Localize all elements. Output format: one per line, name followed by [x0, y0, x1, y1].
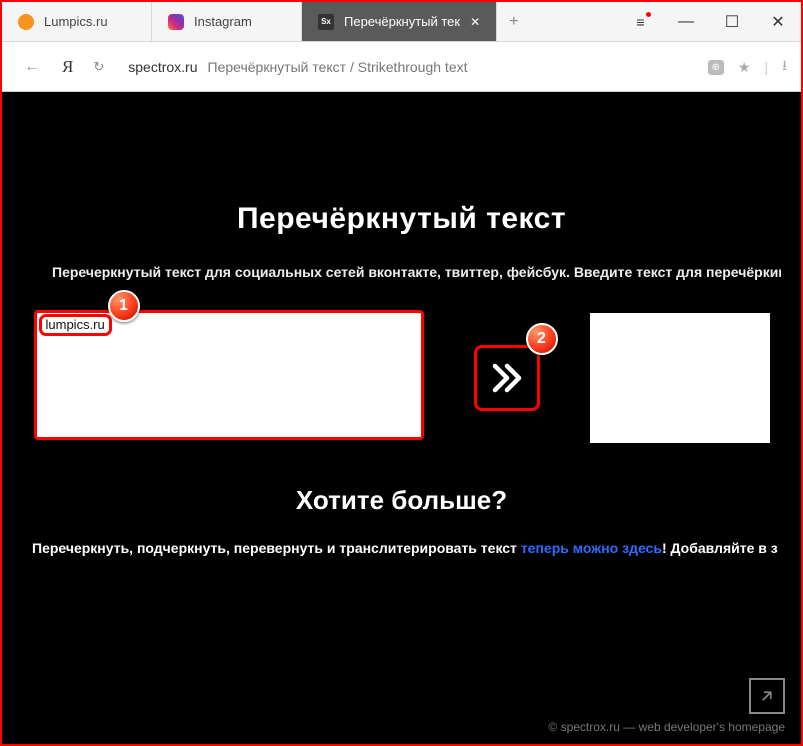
- convert-button[interactable]: [474, 345, 540, 411]
- new-tab-button[interactable]: +: [497, 13, 530, 31]
- input-value-highlight: lumpics.ru: [39, 314, 112, 336]
- more-description: Перечеркнуть, подчеркнуть, перевернуть и…: [2, 540, 801, 556]
- address-bar: ← Я ↻ spectrox.ru Перечёркнутый текст / …: [2, 42, 801, 92]
- reload-button[interactable]: ↻: [87, 57, 110, 77]
- text-output[interactable]: [590, 313, 770, 443]
- favicon-spectrox: Sx: [318, 14, 334, 30]
- favicon-instagram: [168, 14, 184, 30]
- favicon-lumpics: [18, 14, 34, 30]
- url-title: Перечёркнутый текст / Strikethrough text: [208, 59, 468, 75]
- close-icon[interactable]: ✕: [470, 15, 480, 29]
- external-link-icon: [758, 687, 776, 705]
- callout-badge-2: 2: [526, 323, 558, 355]
- more-text-after: ! Добавляйте в з: [662, 540, 778, 556]
- yandex-home-icon[interactable]: Я: [58, 57, 77, 77]
- work-area: 1 lumpics.ru 2: [2, 310, 801, 445]
- minimize-button[interactable]: —: [663, 2, 709, 41]
- bookmark-icon[interactable]: ★: [738, 59, 751, 76]
- footer-text: © spectrox.ru — web developer's homepage: [548, 720, 785, 734]
- callout-badge-1: 1: [108, 290, 140, 322]
- tab-bar: Lumpics.ru Instagram Sx Перечёркнутый те…: [2, 2, 801, 42]
- convert-wrapper: 2: [474, 345, 540, 411]
- browser-chrome: Lumpics.ru Instagram Sx Перечёркнутый те…: [2, 2, 801, 92]
- download-icon[interactable]: ⭳: [782, 55, 787, 79]
- more-heading: Хотите больше?: [2, 485, 801, 516]
- more-text-before: Перечеркнуть, подчеркнуть, перевернуть и…: [32, 540, 521, 556]
- translate-icon[interactable]: ⊕: [708, 60, 724, 75]
- input-wrapper: 1 lumpics.ru: [34, 310, 424, 445]
- window-controls: ≡ — ☐ ✕: [617, 2, 801, 41]
- maximize-button[interactable]: ☐: [709, 2, 755, 41]
- close-window-button[interactable]: ✕: [755, 2, 801, 41]
- tab-label: Lumpics.ru: [44, 14, 108, 29]
- tab-label: Перечёркнутый тек: [344, 14, 460, 29]
- menu-button[interactable]: ≡: [617, 2, 663, 41]
- external-link-button[interactable]: [749, 678, 785, 714]
- page-footer: © spectrox.ru — web developer's homepage: [548, 678, 785, 734]
- menu-icon: ≡: [636, 14, 643, 30]
- page-title: Перечёркнутый текст: [2, 202, 801, 236]
- notification-dot: [645, 11, 652, 18]
- tab-lumpics[interactable]: Lumpics.ru: [2, 2, 152, 41]
- back-button[interactable]: ←: [16, 54, 48, 80]
- page-content: Перечёркнутый текст Перечеркнутый текст …: [2, 92, 801, 744]
- tab-label: Instagram: [194, 14, 252, 29]
- tab-spectrox[interactable]: Sx Перечёркнутый тек ✕: [302, 2, 497, 41]
- page-description: Перечеркнутый текст для социальных сетей…: [52, 264, 781, 280]
- address-actions: ⊕ ★ | ⭳: [708, 55, 788, 79]
- url-input[interactable]: spectrox.ru Перечёркнутый текст / Strike…: [120, 53, 697, 81]
- url-domain: spectrox.ru: [128, 59, 197, 75]
- double-chevron-right-icon: [489, 360, 525, 396]
- tab-instagram[interactable]: Instagram: [152, 2, 302, 41]
- more-link[interactable]: теперь можно здесь: [521, 540, 662, 556]
